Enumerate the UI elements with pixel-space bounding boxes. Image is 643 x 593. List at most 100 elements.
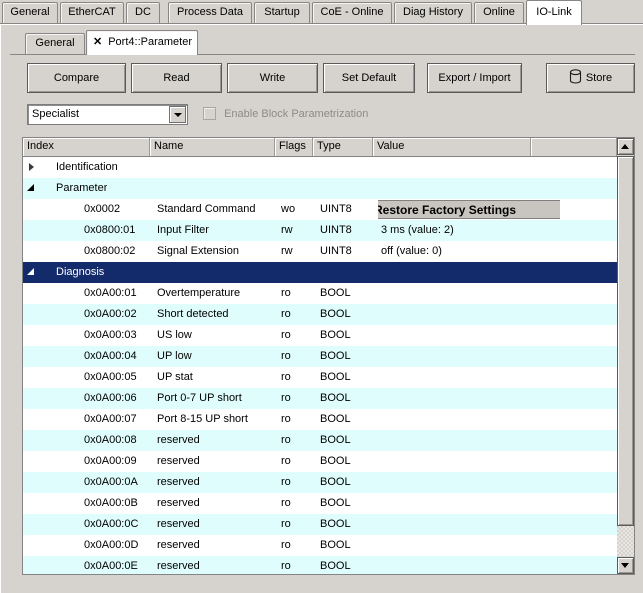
access-level-value: Specialist	[32, 108, 80, 120]
cell-value: off (value: 0)	[381, 245, 442, 257]
cell-name: Port 0-7 UP short	[157, 392, 242, 404]
cell-flags: wo	[281, 203, 296, 215]
grid-group-row[interactable]: Diagnosis	[23, 262, 617, 283]
grid-header-type[interactable]: Type	[313, 138, 373, 156]
cell-type: UINT8	[320, 245, 352, 257]
table-row[interactable]: 0x0A00:02 Short detected ro BOOL	[23, 304, 617, 325]
cell-index: 0x0A00:0B	[84, 497, 138, 509]
access-level-dropdown-button[interactable]	[169, 106, 186, 123]
cell-type: BOOL	[320, 350, 351, 362]
cell-index: 0x0A00:0D	[84, 539, 139, 551]
primary-tab-dc[interactable]: DC	[126, 2, 160, 23]
cell-type: BOOL	[320, 287, 351, 299]
grid-vertical-scrollbar[interactable]	[617, 138, 634, 574]
primary-tab-general[interactable]: General	[2, 2, 58, 23]
store-button-label: Store	[585, 72, 613, 84]
scroll-down-button[interactable]	[617, 557, 634, 574]
primary-tab-io-link[interactable]: IO-Link	[526, 0, 582, 25]
scrollbar-thumb[interactable]	[617, 156, 634, 526]
cell-type: UINT8	[320, 224, 352, 236]
table-row[interactable]: 0x0A00:07 Port 8-15 UP short ro BOOL	[23, 409, 617, 430]
read-button[interactable]: Read	[131, 63, 222, 93]
grid-group-row[interactable]: Identification	[23, 157, 617, 178]
table-row[interactable]: 0x0800:01 Input Filter rw UINT8 3 ms (value:…	[23, 220, 617, 241]
table-row[interactable]: 0x0A00:0A reserved ro BOOL	[23, 472, 617, 493]
write-button[interactable]: Write	[227, 63, 318, 93]
grid-header-name[interactable]: Name	[150, 138, 275, 156]
primary-tab-startup[interactable]: Startup	[254, 2, 310, 23]
cell-flags: rw	[281, 245, 293, 257]
table-row[interactable]: 0x0A00:0E reserved ro BOOL	[23, 556, 617, 574]
chevron-down-icon[interactable]	[27, 184, 34, 191]
primary-tab-diag-history[interactable]: Diag History	[394, 2, 472, 23]
cell-index: 0x0800:02	[84, 245, 136, 257]
export-import-button[interactable]: Export / Import	[427, 63, 522, 93]
close-icon[interactable]: ✕	[93, 36, 102, 48]
cell-flags: ro	[281, 350, 291, 362]
cell-flags: ro	[281, 287, 291, 299]
primary-tab-ethercat[interactable]: EtherCAT	[60, 2, 124, 23]
cell-type: BOOL	[320, 560, 351, 572]
enable-block-parametrization-checkbox: Enable Block Parametrization	[203, 107, 368, 123]
scroll-up-button[interactable]	[617, 138, 634, 155]
cell-flags: ro	[281, 518, 291, 530]
table-row[interactable]: 0x0A00:0D reserved ro BOOL	[23, 535, 617, 556]
table-row[interactable]: 0x0A00:09 reserved ro BOOL	[23, 451, 617, 472]
secondary-tab-general[interactable]: General	[25, 33, 85, 54]
secondary-tab-label: Port4::Parameter	[108, 36, 192, 48]
table-row[interactable]: 0x0800:02 Signal Extension rw UINT8 off (val…	[23, 241, 617, 262]
cell-name: reserved	[157, 455, 200, 467]
table-row[interactable]: 0x0A00:01 Overtemperature ro BOOL	[23, 283, 617, 304]
set-default-button[interactable]: Set Default	[323, 63, 415, 93]
table-row[interactable]: 0x0A00:0B reserved ro BOOL	[23, 493, 617, 514]
cell-index: 0x0A00:04	[84, 350, 137, 362]
cell-name: Input Filter	[157, 224, 209, 236]
access-level-combo[interactable]: Specialist	[27, 104, 188, 125]
cell-index: 0x0A00:03	[84, 329, 137, 341]
compare-button[interactable]: Compare	[27, 63, 126, 93]
table-row[interactable]: 0x0002 Standard Command wo UINT8 Restore Fac…	[23, 199, 617, 220]
cell-flags: ro	[281, 413, 291, 425]
enable-block-parametrization-label: Enable Block Parametrization	[224, 108, 369, 120]
cell-flags: ro	[281, 476, 291, 488]
cell-flags: ro	[281, 329, 291, 341]
cell-value: 3 ms (value: 2)	[381, 224, 454, 236]
table-row[interactable]: 0x0A00:0C reserved ro BOOL	[23, 514, 617, 535]
cell-name: Overtemperature	[157, 287, 241, 299]
grid-header-spare[interactable]	[531, 138, 617, 156]
chevron-right-icon[interactable]	[29, 163, 34, 171]
cell-name: reserved	[157, 560, 200, 572]
grid-header-flags[interactable]: Flags	[275, 138, 313, 156]
cell-type: BOOL	[320, 476, 351, 488]
cell-name: UP low	[157, 350, 192, 362]
table-row[interactable]: 0x0A00:03 US low ro BOOL	[23, 325, 617, 346]
grid-header-row: Index Name Flags Type Value	[23, 138, 617, 157]
cell-type: BOOL	[320, 413, 351, 425]
value-editor-cell[interactable]: Restore Factory Settings	[378, 200, 560, 219]
chevron-down-icon	[174, 113, 182, 117]
primary-tab-process-data[interactable]: Process Data	[168, 2, 252, 23]
primary-tab-online[interactable]: Online	[474, 2, 524, 23]
cell-index: 0x0A00:01	[84, 287, 137, 299]
grid-header-index[interactable]: Index	[23, 138, 150, 156]
grid-group-label: Diagnosis	[56, 266, 105, 278]
table-row[interactable]: 0x0A00:08 reserved ro BOOL	[23, 430, 617, 451]
cell-flags: ro	[281, 434, 291, 446]
secondary-tab-port4-parameter[interactable]: ✕ Port4::Parameter	[86, 30, 198, 55]
table-row[interactable]: 0x0A00:06 Port 0-7 UP short ro BOOL	[23, 388, 617, 409]
value-editor-text: Restore Factory Settings	[378, 203, 517, 217]
store-button[interactable]: Store	[546, 63, 635, 93]
database-icon	[569, 67, 582, 95]
cell-type: BOOL	[320, 434, 351, 446]
grid-header-value[interactable]: Value	[373, 138, 531, 156]
grid-group-row[interactable]: Parameter	[23, 178, 617, 199]
cell-name: Standard Command	[157, 203, 256, 215]
primary-tab-coe-online[interactable]: CoE - Online	[312, 2, 392, 23]
table-row[interactable]: 0x0A00:04 UP low ro BOOL	[23, 346, 617, 367]
chevron-down-icon[interactable]	[27, 268, 34, 275]
cell-type: UINT8	[320, 203, 352, 215]
cell-index: 0x0A00:06	[84, 392, 137, 404]
grid-group-label: Parameter	[56, 182, 108, 194]
cell-name: reserved	[157, 539, 200, 551]
table-row[interactable]: 0x0A00:05 UP stat ro BOOL	[23, 367, 617, 388]
